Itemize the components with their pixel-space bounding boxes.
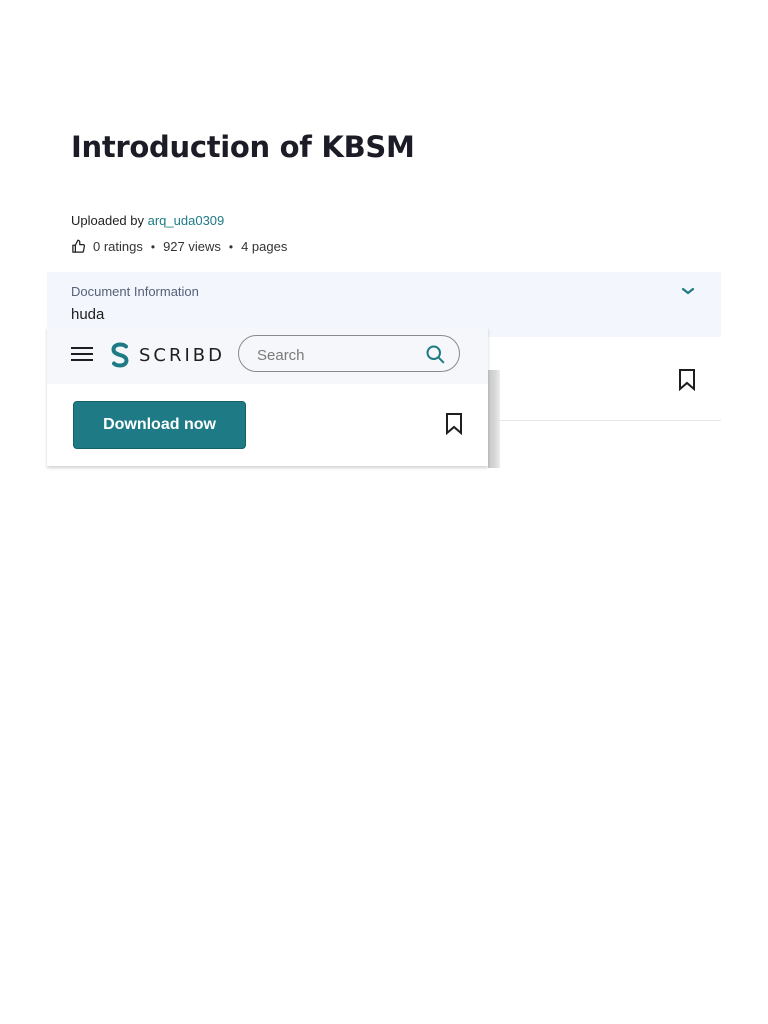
document-page: Introduction of KBSM Uploaded by arq_uda…	[0, 0, 768, 1024]
logo-text: SCRIBD	[139, 344, 226, 366]
uploaded-by-label: Uploaded by	[71, 213, 144, 228]
views-count: 927 views	[163, 239, 221, 254]
menu-icon[interactable]	[71, 347, 93, 363]
top-nav-bar: SCRIBD	[47, 327, 488, 384]
scribd-logo[interactable]: SCRIBD	[109, 342, 225, 368]
scribd-logo-icon	[111, 342, 129, 368]
search-input[interactable]	[255, 344, 419, 366]
separator-dot: •	[228, 239, 234, 254]
separator-dot: •	[150, 239, 156, 254]
bookmark-icon[interactable]	[445, 413, 463, 435]
page-title: Introduction of KBSM	[71, 130, 415, 164]
search-box[interactable]	[238, 335, 460, 372]
document-information-label: Document Information	[71, 284, 199, 299]
uploaded-by: Uploaded by arq_uda0309	[71, 213, 224, 228]
document-information-value: huda	[71, 306, 105, 323]
thumbs-up-icon	[72, 239, 86, 253]
search-icon[interactable]	[425, 344, 445, 364]
pages-count: 4 pages	[241, 239, 288, 254]
bookmark-icon[interactable]	[678, 369, 696, 391]
document-preview-edge	[488, 370, 500, 468]
uploader-link[interactable]: arq_uda0309	[148, 213, 225, 228]
chevron-down-icon[interactable]	[681, 286, 695, 296]
divider	[488, 420, 721, 421]
ratings-count: 0 ratings	[93, 239, 143, 254]
sticky-header-card: SCRIBD Download now	[47, 327, 488, 466]
download-now-button[interactable]: Download now	[73, 401, 246, 449]
document-stats: 0 ratings • 927 views • 4 pages	[71, 239, 287, 254]
